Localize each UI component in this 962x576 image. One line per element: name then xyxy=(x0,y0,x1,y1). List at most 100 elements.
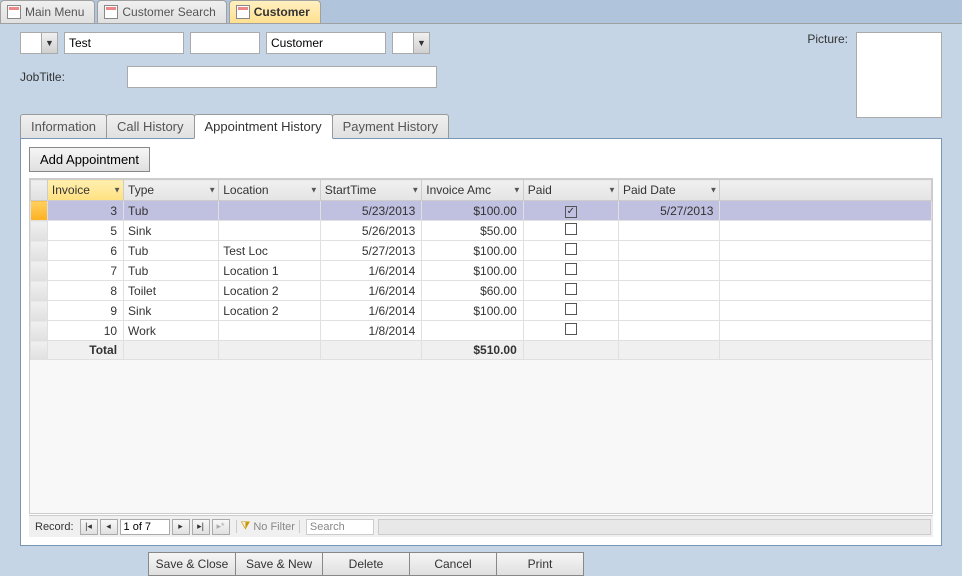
cell-paid-date[interactable] xyxy=(618,321,720,341)
tab-payment-history[interactable]: Payment History xyxy=(332,114,449,138)
row-selector[interactable] xyxy=(31,241,48,261)
table-row[interactable]: 9SinkLocation 21/6/2014$100.00 xyxy=(31,301,932,321)
last-name-input[interactable] xyxy=(266,32,386,54)
checkbox-icon[interactable] xyxy=(565,303,577,315)
col-header-extra[interactable] xyxy=(720,180,932,201)
checkbox-icon[interactable] xyxy=(565,263,577,275)
table-row[interactable]: 3Tub 5/23/2013$100.00 ✓ 5/27/2013 xyxy=(31,201,932,221)
cell-location[interactable] xyxy=(219,201,321,221)
suffix-select[interactable]: ▼ xyxy=(392,32,430,54)
cell-invoice-amt[interactable]: $60.00 xyxy=(422,281,524,301)
cell-invoice[interactable]: 5 xyxy=(47,221,123,241)
row-selector[interactable] xyxy=(31,261,48,281)
cell-paid-date[interactable] xyxy=(618,301,720,321)
cell-starttime[interactable]: 5/23/2013 xyxy=(320,201,422,221)
cell-invoice-amt[interactable]: $50.00 xyxy=(422,221,524,241)
cancel-button[interactable]: Cancel xyxy=(409,552,497,576)
cell-starttime[interactable]: 1/6/2014 xyxy=(320,281,422,301)
cell-invoice[interactable]: 6 xyxy=(47,241,123,261)
cell-starttime[interactable]: 1/6/2014 xyxy=(320,301,422,321)
cell-invoice[interactable]: 9 xyxy=(47,301,123,321)
print-button[interactable]: Print xyxy=(496,552,584,576)
col-header-paid-date[interactable]: Paid Date▼ xyxy=(618,180,720,201)
cell-paid[interactable] xyxy=(523,281,618,301)
row-selector[interactable] xyxy=(31,221,48,241)
nav-prev-button[interactable]: ◂ xyxy=(100,519,118,535)
cell-type[interactable]: Toilet xyxy=(124,281,219,301)
checkbox-icon[interactable] xyxy=(565,243,577,255)
cell-invoice-amt[interactable]: $100.00 xyxy=(422,201,524,221)
col-header-starttime[interactable]: StartTime▼ xyxy=(320,180,422,201)
cell-paid[interactable] xyxy=(523,221,618,241)
tab-information[interactable]: Information xyxy=(20,114,107,138)
row-selector[interactable] xyxy=(31,201,48,221)
table-row[interactable]: 8ToiletLocation 21/6/2014$60.00 xyxy=(31,281,932,301)
row-selector[interactable] xyxy=(31,281,48,301)
cell-location[interactable]: Location 1 xyxy=(219,261,321,281)
cell-paid-date[interactable]: 5/27/2013 xyxy=(618,201,720,221)
col-header-invoice-amt[interactable]: Invoice Amc▼ xyxy=(422,180,524,201)
checkbox-icon[interactable] xyxy=(565,223,577,235)
tab-call-history[interactable]: Call History xyxy=(106,114,194,138)
cell-location[interactable]: Location 2 xyxy=(219,301,321,321)
tab-appointment-history[interactable]: Appointment History xyxy=(194,114,333,139)
cell-location[interactable]: Location 2 xyxy=(219,281,321,301)
record-search-input[interactable] xyxy=(306,519,374,535)
table-row[interactable]: 6TubTest Loc5/27/2013$100.00 xyxy=(31,241,932,261)
table-row[interactable]: 7TubLocation 11/6/2014$100.00 xyxy=(31,261,932,281)
cell-paid[interactable]: ✓ xyxy=(523,201,618,221)
delete-button[interactable]: Delete xyxy=(322,552,410,576)
cell-type[interactable]: Sink xyxy=(124,301,219,321)
table-row[interactable]: 10Work1/8/2014 xyxy=(31,321,932,341)
cell-location[interactable] xyxy=(219,221,321,241)
nav-first-button[interactable]: |◂ xyxy=(80,519,98,535)
cell-paid-date[interactable] xyxy=(618,261,720,281)
horizontal-scrollbar[interactable] xyxy=(378,519,931,535)
cell-paid-date[interactable] xyxy=(618,281,720,301)
col-header-paid[interactable]: Paid▼ xyxy=(523,180,618,201)
cell-paid[interactable] xyxy=(523,301,618,321)
job-title-input[interactable] xyxy=(127,66,437,88)
cell-starttime[interactable]: 5/26/2013 xyxy=(320,221,422,241)
cell-invoice[interactable]: 3 xyxy=(47,201,123,221)
cell-location[interactable]: Test Loc xyxy=(219,241,321,261)
cell-location[interactable] xyxy=(219,321,321,341)
title-select[interactable]: ▼ xyxy=(20,32,58,54)
checkbox-icon[interactable]: ✓ xyxy=(565,206,577,218)
cell-starttime[interactable]: 5/27/2013 xyxy=(320,241,422,261)
nav-new-button[interactable]: ▸* xyxy=(212,519,230,535)
cell-paid-date[interactable] xyxy=(618,221,720,241)
nav-last-button[interactable]: ▸| xyxy=(192,519,210,535)
tab-customer[interactable]: Customer xyxy=(229,0,321,23)
col-header-invoice[interactable]: Invoice▼ xyxy=(47,180,123,201)
record-position-input[interactable] xyxy=(120,519,170,535)
col-header-location[interactable]: Location▼ xyxy=(219,180,321,201)
cell-paid[interactable] xyxy=(523,241,618,261)
add-appointment-button[interactable]: Add Appointment xyxy=(29,147,150,172)
col-header-type[interactable]: Type▼ xyxy=(124,180,219,201)
cell-type[interactable]: Tub xyxy=(124,261,219,281)
cell-paid[interactable] xyxy=(523,261,618,281)
cell-invoice[interactable]: 8 xyxy=(47,281,123,301)
cell-paid[interactable] xyxy=(523,321,618,341)
cell-type[interactable]: Sink xyxy=(124,221,219,241)
save-new-button[interactable]: Save & New xyxy=(235,552,323,576)
cell-paid-date[interactable] xyxy=(618,241,720,261)
checkbox-icon[interactable] xyxy=(565,323,577,335)
cell-invoice[interactable]: 7 xyxy=(47,261,123,281)
table-row[interactable]: 5Sink 5/26/2013$50.00 xyxy=(31,221,932,241)
cell-invoice-amt[interactable] xyxy=(422,321,524,341)
save-close-button[interactable]: Save & Close xyxy=(148,552,236,576)
picture-frame[interactable] xyxy=(856,32,942,118)
cell-invoice-amt[interactable]: $100.00 xyxy=(422,241,524,261)
tab-main-menu[interactable]: Main Menu xyxy=(0,0,95,23)
checkbox-icon[interactable] xyxy=(565,283,577,295)
cell-invoice-amt[interactable]: $100.00 xyxy=(422,261,524,281)
tab-customer-search[interactable]: Customer Search xyxy=(97,0,226,23)
cell-starttime[interactable]: 1/6/2014 xyxy=(320,261,422,281)
row-selector[interactable] xyxy=(31,301,48,321)
row-selector[interactable] xyxy=(31,321,48,341)
cell-type[interactable]: Tub xyxy=(124,201,219,221)
middle-name-input[interactable] xyxy=(190,32,260,54)
cell-invoice[interactable]: 10 xyxy=(47,321,123,341)
